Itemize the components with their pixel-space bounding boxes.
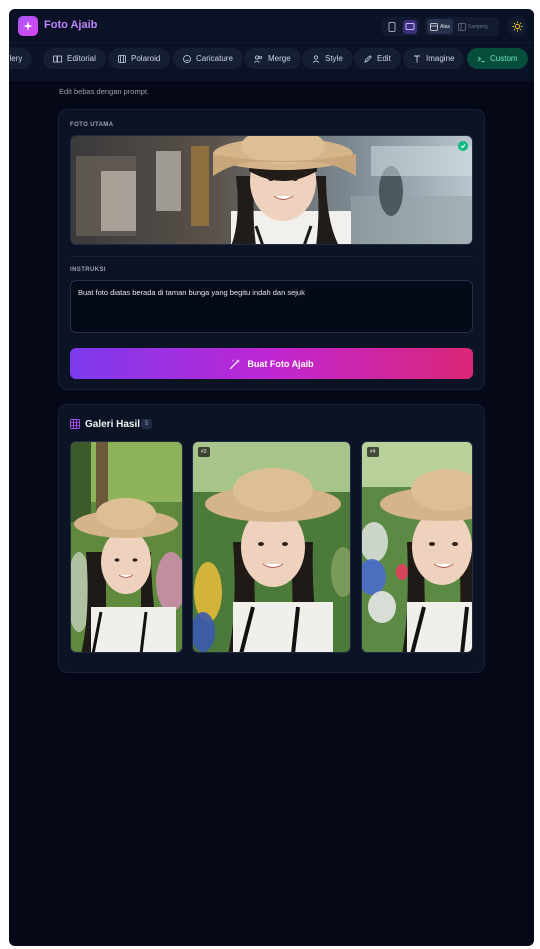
section-divider [70,256,473,257]
tab-merge-label: Merge [268,54,291,63]
tab-imagine-label: Imagine [426,54,455,63]
magic-wand-icon [230,358,241,369]
editor-card: FOTO UTAMA INSTRUKSI Buat foto diatas be… [58,109,485,390]
logo-icon [18,16,38,36]
tab-edit[interactable]: Edit [354,48,401,69]
tab-custom-label: Custom [490,54,518,63]
layout-top-label: Atas [440,23,451,30]
gallery-item-badge: #4 [367,447,379,457]
tab-gallery-label: Gallery [9,54,23,63]
layout-top-icon [430,22,438,31]
grid-icon [70,419,80,429]
generate-button-label: Buat Foto Ajaib [247,358,314,369]
tab-polaroid[interactable]: Polaroid [108,48,171,69]
tab-style-label: Style [325,54,343,63]
tab-style[interactable]: Style [302,48,353,69]
instruction-input[interactable]: Buat foto diatas berada di taman bunga y… [70,280,473,333]
type-icon [414,55,420,62]
tab-custom[interactable]: Custom [467,48,528,69]
tab-edit-label: Edit [377,54,391,63]
layout-toggle: Atas Samping [425,17,499,36]
gallery-card: Galeri Hasil 5 #3 #4 [58,404,485,673]
app-header: Foto Ajaib Atas Samping [9,9,534,43]
user-icon [312,54,320,63]
layout-side-icon [458,22,466,31]
tab-merge[interactable]: Merge [244,48,301,69]
mode-tabs: Gallery Editorial Polaroid Caricature Me… [9,43,534,81]
film-icon [118,54,126,63]
layout-side-button[interactable]: Samping [455,19,491,34]
generate-button[interactable]: Buat Foto Ajaib [70,348,473,379]
mobile-view-button[interactable] [385,20,399,34]
instruction-label: INSTRUKSI [70,267,106,273]
gallery-item-badge: #3 [198,447,210,457]
page-subtitle: Edit bebas dengan prompt. [59,87,150,96]
tab-gallery[interactable]: Gallery [9,48,33,69]
smile-icon [183,54,191,63]
book-icon [53,55,62,62]
layout-side-label: Samping [468,23,488,30]
main-photo[interactable] [70,135,473,245]
layout-top-button[interactable]: Atas [427,19,454,34]
main-photo-label: FOTO UTAMA [70,122,114,128]
gallery-title: Galeri Hasil [85,419,141,430]
gallery-item[interactable] [70,441,183,653]
terminal-icon [477,56,485,62]
tab-editorial-label: Editorial [67,54,96,63]
check-icon [458,141,468,151]
desktop-view-button[interactable] [403,19,417,34]
gallery-item[interactable]: #4 [361,441,473,653]
app-title: Foto Ajaib [44,19,98,31]
theme-toggle-button[interactable] [507,16,527,36]
tab-polaroid-label: Polaroid [131,54,161,63]
tab-editorial[interactable]: Editorial [43,48,106,69]
tab-caricature-label: Caricature [196,54,233,63]
app-window: Foto Ajaib Atas Samping lery Editorial P… [9,9,534,946]
pencil-icon [364,54,372,63]
tab-imagine[interactable]: Imagine [403,48,465,69]
gallery-count-badge: 5 [141,419,153,429]
users-icon [254,54,263,63]
gallery-item[interactable]: #3 [192,441,351,653]
device-toggle [382,17,420,36]
tab-caricature[interactable]: Caricature [173,48,243,69]
sun-icon [511,20,523,32]
